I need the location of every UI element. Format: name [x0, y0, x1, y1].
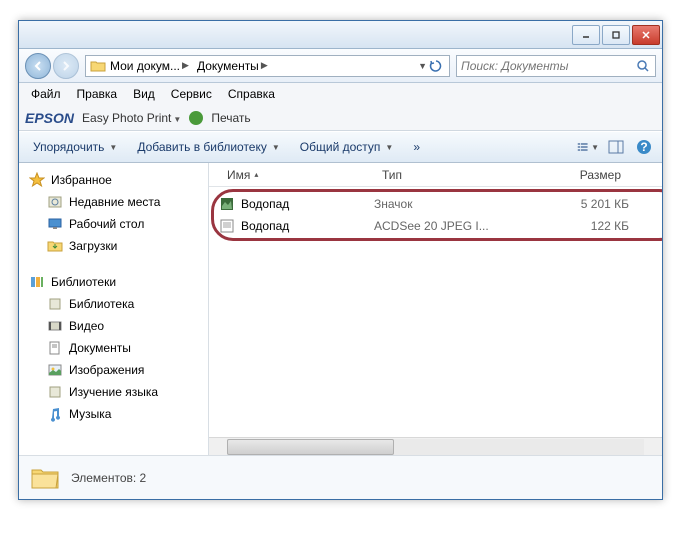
address-bar: Мои докум...▶ Документы▶ ▼: [19, 49, 662, 83]
file-list: Водопад Значок 5 201 КБ Водопад ACDSee 2…: [209, 187, 662, 437]
print-icon: [189, 111, 203, 125]
view-mode-button[interactable]: ▼: [576, 136, 600, 158]
recent-icon: [47, 194, 63, 210]
breadcrumb-label: Документы: [197, 59, 259, 73]
svg-text:?: ?: [640, 140, 647, 154]
horizontal-scrollbar[interactable]: [209, 437, 662, 455]
folder-icon: [90, 58, 106, 74]
menu-service[interactable]: Сервис: [163, 85, 220, 103]
sidebar-libraries[interactable]: Библиотеки: [19, 271, 208, 293]
chevron-right-icon: ▶: [261, 60, 268, 71]
maximize-button[interactable]: [602, 25, 630, 45]
address-box[interactable]: Мои докум...▶ Документы▶ ▼: [85, 55, 450, 77]
music-icon: [47, 406, 63, 422]
file-size: 122 КБ: [529, 219, 629, 233]
close-button[interactable]: [632, 25, 660, 45]
libraries-icon: [29, 274, 45, 290]
file-row[interactable]: Водопад ACDSee 20 JPEG I... 122 КБ: [215, 215, 656, 237]
menu-help[interactable]: Справка: [220, 85, 283, 103]
sidebar-item-video[interactable]: Видео: [19, 315, 208, 337]
preview-pane-button[interactable]: [604, 136, 628, 158]
star-icon: [29, 172, 45, 188]
organize-button[interactable]: Упорядочить▼: [25, 136, 125, 158]
epson-toolbar: EPSON Easy Photo Print▼ Печать: [19, 105, 662, 131]
share-button[interactable]: Общий доступ▼: [292, 136, 402, 158]
epson-easy-print[interactable]: Easy Photo Print▼: [82, 111, 181, 125]
documents-icon: [47, 340, 63, 356]
sidebar-item-downloads[interactable]: Загрузки: [19, 235, 208, 257]
file-size: 5 201 КБ: [529, 197, 629, 211]
library-icon: [47, 296, 63, 312]
add-to-library-button[interactable]: Добавить в библиотеку▼: [129, 136, 287, 158]
column-type[interactable]: Тип: [374, 168, 529, 182]
breadcrumb[interactable]: Документы▶: [193, 59, 272, 73]
content-pane: Имя▴ Тип Размер Водопад Значок 5 201 КБ …: [209, 163, 662, 455]
chevron-right-icon: ▶: [182, 60, 189, 71]
file-type: Значок: [374, 197, 529, 211]
dropdown-icon[interactable]: ▼: [418, 61, 427, 71]
downloads-icon: [47, 238, 63, 254]
sidebar-item-images[interactable]: Изображения: [19, 359, 208, 381]
breadcrumb-label: Мои докум...: [110, 59, 180, 73]
minimize-button[interactable]: [572, 25, 600, 45]
sidebar-item-desktop[interactable]: Рабочий стол: [19, 213, 208, 235]
search-box[interactable]: [456, 55, 656, 77]
sidebar-item-language[interactable]: Изучение языка: [19, 381, 208, 403]
sidebar-item-recent[interactable]: Недавние места: [19, 191, 208, 213]
sidebar-favorites[interactable]: Избранное: [19, 169, 208, 191]
toolbar: Упорядочить▼ Добавить в библиотеку▼ Общи…: [19, 131, 662, 163]
forward-button[interactable]: [53, 53, 79, 79]
epson-logo: EPSON: [25, 110, 74, 126]
titlebar: [19, 21, 662, 49]
menu-file[interactable]: Файл: [23, 85, 69, 103]
help-button[interactable]: ?: [632, 136, 656, 158]
menu-bar: Файл Правка Вид Сервис Справка: [19, 83, 662, 105]
file-row[interactable]: Водопад Значок 5 201 КБ: [215, 193, 656, 215]
menu-view[interactable]: Вид: [125, 85, 163, 103]
ico-file-icon: [219, 196, 235, 212]
sort-indicator-icon: ▴: [254, 170, 258, 179]
search-input[interactable]: [461, 59, 635, 73]
file-name: Водопад: [241, 219, 289, 233]
more-button[interactable]: »: [405, 136, 428, 158]
sidebar-item-documents[interactable]: Документы: [19, 337, 208, 359]
status-bar: Элементов: 2: [19, 455, 662, 499]
back-button[interactable]: [25, 53, 51, 79]
video-icon: [47, 318, 63, 334]
file-type: ACDSee 20 JPEG I...: [374, 219, 529, 233]
sidebar: Избранное Недавние места Рабочий стол За…: [19, 163, 209, 455]
search-icon: [635, 58, 651, 74]
file-name: Водопад: [241, 197, 289, 211]
sidebar-item-music[interactable]: Музыка: [19, 403, 208, 425]
column-name[interactable]: Имя▴: [219, 168, 374, 182]
folder-icon: [29, 462, 61, 494]
breadcrumb[interactable]: Мои докум...▶: [106, 59, 193, 73]
language-icon: [47, 384, 63, 400]
desktop-icon: [47, 216, 63, 232]
menu-edit[interactable]: Правка: [69, 85, 126, 103]
refresh-button[interactable]: [427, 57, 445, 75]
epson-print[interactable]: Печать: [211, 111, 250, 125]
status-text: Элементов: 2: [71, 471, 146, 485]
column-size[interactable]: Размер: [529, 168, 629, 182]
images-icon: [47, 362, 63, 378]
column-headers: Имя▴ Тип Размер: [209, 163, 662, 187]
jpeg-file-icon: [219, 218, 235, 234]
scrollbar-thumb[interactable]: [227, 439, 394, 455]
sidebar-item-library[interactable]: Библиотека: [19, 293, 208, 315]
